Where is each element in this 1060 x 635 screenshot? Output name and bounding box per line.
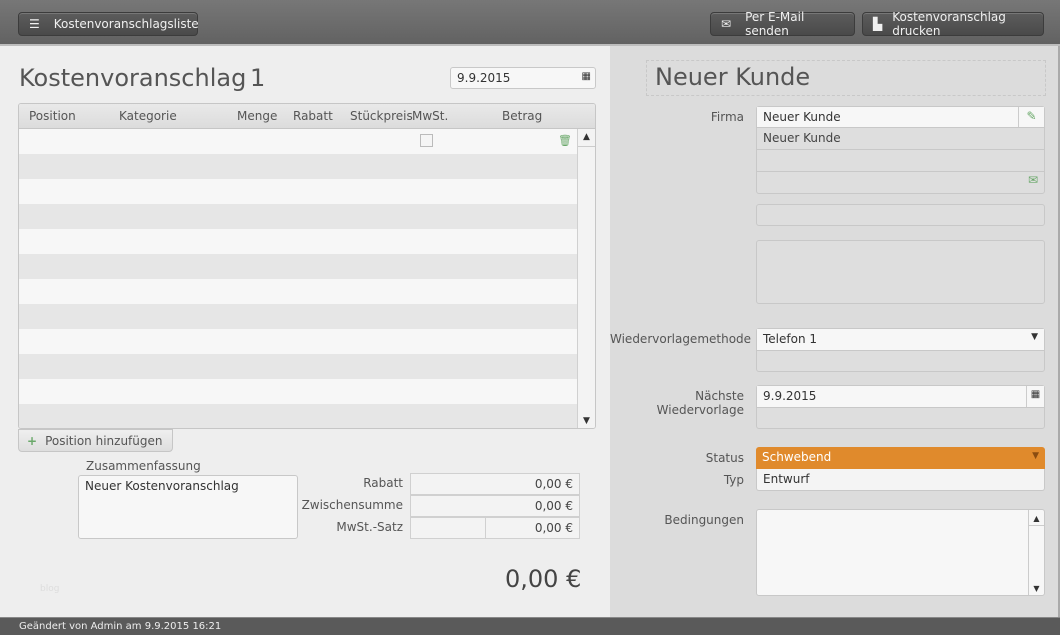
list-icon: ☰ — [29, 17, 40, 31]
positions-table: Position Kategorie Menge Rabatt Stückpre… — [18, 103, 596, 429]
summary-textarea[interactable]: Neuer Kostenvoranschlag — [78, 475, 298, 539]
email-line[interactable]: ✉ — [757, 172, 1044, 192]
email-send-button[interactable]: ✉ Per E-Mail senden — [710, 10, 855, 38]
col-mwst[interactable]: MwSt. — [412, 109, 448, 123]
table-header: Position Kategorie Menge Rabatt Stückpre… — [19, 104, 595, 129]
method-block: Telefon 1 ▼ — [756, 328, 1045, 372]
col-position[interactable]: Position — [29, 109, 76, 123]
quote-number: 1 — [250, 64, 266, 92]
table-row — [19, 204, 579, 229]
page-title: Kostenvoranschlag — [19, 64, 247, 92]
trash-icon[interactable]: 🗑 — [558, 134, 572, 147]
scroll-up-icon[interactable]: ▲ — [1029, 510, 1044, 526]
status-select[interactable]: Schwebend ▼ — [756, 447, 1045, 469]
conditions-scrollbar[interactable]: ▲ ▼ — [1028, 510, 1044, 595]
table-row — [19, 279, 579, 304]
chevron-down-icon: ▼ — [1032, 451, 1039, 461]
col-menge[interactable]: Menge — [237, 109, 277, 123]
status-label: Status — [705, 451, 744, 465]
address-line[interactable] — [757, 150, 1044, 172]
calendar-icon[interactable]: ▦ — [1026, 386, 1044, 407]
table-row — [19, 154, 579, 179]
top-toolbar: ☰ Kostenvoranschlagsliste ✉ Per E-Mail sen… — [0, 0, 1060, 46]
rabatt-label: Rabatt — [363, 476, 403, 490]
zwischensumme-value: 0,00 € — [410, 495, 580, 517]
table-row — [19, 254, 579, 279]
method-select[interactable]: Telefon 1 ▼ — [757, 329, 1044, 351]
quote-date-field[interactable]: 9.9.2015 ▦ — [450, 67, 596, 89]
table-row — [19, 404, 579, 428]
typ-field: Entwurf — [756, 469, 1045, 491]
table-row[interactable]: 🗑 — [19, 129, 579, 154]
customer-title[interactable]: Neuer Kunde — [646, 60, 1046, 96]
plus-icon: + — [27, 434, 38, 448]
conditions-textarea[interactable]: ▲ ▼ — [756, 509, 1045, 596]
grand-total: 0,00 € — [505, 565, 582, 593]
next-followup-date[interactable]: 9.9.2015 ▦ — [757, 386, 1044, 408]
scroll-down-icon[interactable]: ▼ — [578, 416, 595, 426]
chevron-down-icon: ▼ — [1031, 332, 1038, 342]
notes-field[interactable] — [756, 240, 1045, 304]
firma-address-block: Neuer Kunde ✎ Neuer Kunde ✉ — [756, 106, 1045, 194]
typ-label: Typ — [723, 473, 744, 487]
scroll-up-icon[interactable]: ▲ — [578, 129, 595, 147]
table-row — [19, 329, 579, 354]
col-betrag[interactable]: Betrag — [502, 109, 542, 123]
calendar-icon[interactable]: ▦ — [582, 71, 591, 82]
zwischensumme-label: Zwischensumme — [301, 498, 403, 512]
table-row — [19, 379, 579, 404]
quote-list-button[interactable]: ☰ Kostenvoranschlagsliste — [18, 12, 199, 36]
status-footer: Geändert von Admin am 9.9.2015 16:21 — [0, 617, 1060, 635]
summary-label: Zusammenfassung — [86, 459, 201, 473]
conditions-label: Bedingungen — [664, 513, 744, 527]
firma-input[interactable]: Neuer Kunde ✎ — [757, 107, 1044, 128]
table-body: 🗑 — [19, 129, 595, 428]
table-scrollbar[interactable]: ▲ ▼ — [577, 129, 595, 428]
watermark: blog — [40, 584, 60, 594]
mwst-checkbox[interactable] — [420, 134, 433, 147]
scroll-down-icon[interactable]: ▼ — [1029, 584, 1044, 593]
add-position-button[interactable]: + Position hinzufügen — [18, 429, 173, 452]
pencil-icon[interactable]: ✎ — [1018, 107, 1044, 127]
mwst-rate-label: MwSt.-Satz — [336, 520, 403, 534]
col-kategorie[interactable]: Kategorie — [119, 109, 177, 123]
document-icon: ▙ — [873, 17, 883, 31]
envelope-icon[interactable]: ✉ — [1028, 173, 1038, 187]
next-followup-label: Nächste Wiedervorlage — [656, 389, 744, 417]
firma-label: Firma — [710, 110, 744, 124]
contact-field[interactable] — [756, 204, 1045, 226]
col-rabatt[interactable]: Rabatt — [293, 109, 333, 123]
print-quote-button[interactable]: ▙ Kostenvoranschlag drucken — [862, 10, 1044, 38]
mwst-value: 0,00 € — [485, 517, 580, 539]
next-followup-block: 9.9.2015 ▦ — [756, 385, 1045, 429]
col-stueckpreis[interactable]: Stückpreis — [350, 109, 413, 123]
table-row — [19, 179, 579, 204]
table-row — [19, 229, 579, 254]
envelope-icon: ✉ — [721, 17, 732, 31]
mwst-rate-input[interactable] — [410, 517, 486, 539]
rabatt-value: 0,00 € — [410, 473, 580, 495]
method-label: Wiedervorlagemethode — [610, 332, 752, 346]
table-row — [19, 304, 579, 329]
firma-line2: Neuer Kunde — [757, 128, 1044, 150]
table-row — [19, 354, 579, 379]
